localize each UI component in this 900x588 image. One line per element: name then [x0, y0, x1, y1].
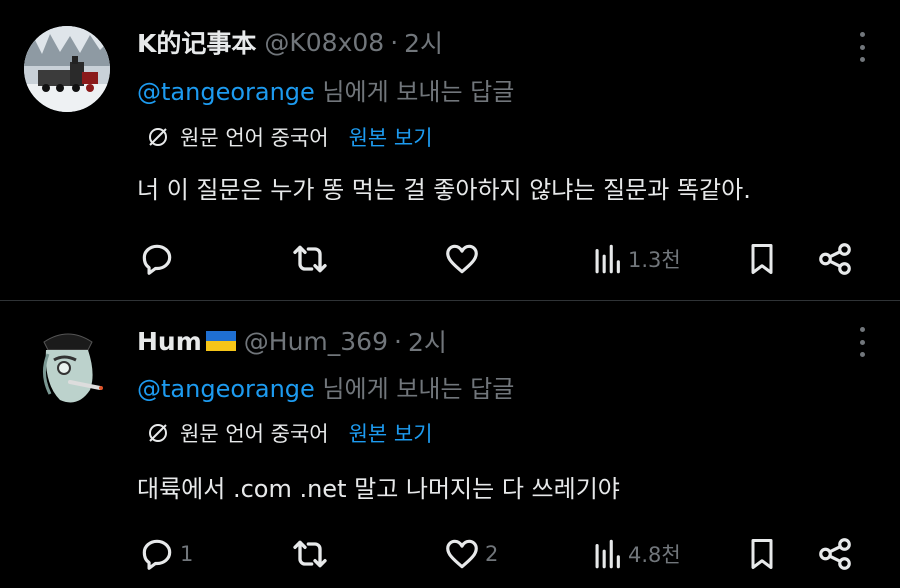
cartoon-avatar-image	[24, 324, 110, 410]
views-button[interactable]: 1.3천	[590, 239, 681, 279]
retweet-button[interactable]	[290, 239, 334, 279]
more-icon[interactable]	[857, 32, 867, 62]
translate-icon	[149, 128, 167, 146]
user-handle[interactable]: @K08x08	[264, 28, 384, 57]
user-handle[interactable]: @Hum_369	[244, 327, 388, 356]
bookmark-button[interactable]	[744, 534, 780, 574]
translation-notice: 원문 언어 중국어 원본 보기	[146, 418, 433, 448]
train-avatar-image	[24, 26, 110, 112]
avatar[interactable]	[24, 324, 110, 410]
show-original-link[interactable]: 원본 보기	[349, 122, 433, 152]
translation-notice: 원문 언어 중국어 원본 보기	[146, 122, 433, 152]
reply-mention-link[interactable]: @tangeorange	[137, 375, 315, 403]
share-button[interactable]	[816, 239, 854, 279]
views-icon	[595, 244, 620, 274]
timestamp[interactable]: 2시	[408, 323, 447, 359]
display-name[interactable]: Hum	[137, 327, 202, 356]
reply-icon	[142, 244, 172, 275]
tweet-text: 대륙에서 .com .net 말고 나머지는 다 쓰레기야	[137, 475, 620, 503]
tweet-text: 너 이 질문은 누가 똥 먹는 걸 좋아하지 않냐는 질문과 똑같아.	[137, 176, 751, 204]
share-icon	[819, 538, 851, 570]
like-icon	[446, 244, 478, 274]
translate-icon	[149, 424, 167, 442]
reply-count: 1	[180, 542, 194, 566]
bookmark-icon	[751, 539, 773, 569]
original-language-label: 원문 언어 중국어	[180, 126, 329, 150]
share-icon	[819, 243, 851, 275]
retweet-icon	[293, 245, 327, 273]
views-icon	[595, 539, 620, 569]
tweet-header: Hum @Hum_369 · 2시	[137, 323, 447, 359]
ukraine-flag-icon	[205, 331, 236, 351]
like-button[interactable]: 2	[443, 534, 498, 574]
bookmark-icon	[751, 244, 773, 274]
tweet[interactable]: K的记事本 @K08x08 · 2시 @tangeorange 님에게 보내는 …	[0, 0, 900, 300]
tweet-actions: 1.3천	[0, 239, 900, 279]
like-icon	[446, 539, 478, 569]
display-name[interactable]: K的记事本	[137, 24, 256, 60]
tweet[interactable]: Hum @Hum_369 · 2시 @tangeorange 님에게 보내는 답…	[0, 301, 900, 588]
reply-suffix: 님에게 보내는 답글	[314, 375, 515, 403]
share-button[interactable]	[816, 534, 854, 574]
replying-to: @tangeorange 님에게 보내는 답글	[137, 72, 514, 107]
reply-button[interactable]	[138, 239, 180, 279]
retweet-button[interactable]	[290, 534, 334, 574]
replying-to: @tangeorange 님에게 보내는 답글	[137, 369, 514, 404]
original-language-label: 원문 언어 중국어	[180, 422, 329, 446]
views-button[interactable]: 4.8천	[590, 534, 681, 574]
views-count: 1.3천	[628, 248, 681, 272]
retweet-icon	[293, 540, 327, 568]
tweet-header: K的记事本 @K08x08 · 2시	[137, 24, 443, 60]
more-icon[interactable]	[857, 327, 867, 357]
like-button[interactable]	[443, 239, 485, 279]
reply-button[interactable]: 1	[138, 534, 193, 574]
avatar[interactable]	[24, 26, 110, 112]
separator-dot: ·	[394, 326, 402, 356]
separator-dot: ·	[390, 27, 399, 57]
bookmark-button[interactable]	[744, 239, 780, 279]
reply-mention-link[interactable]: @tangeorange	[137, 78, 315, 106]
tweet-actions: 1 2 4.8천	[0, 534, 900, 574]
show-original-link[interactable]: 원본 보기	[349, 418, 433, 448]
reply-icon	[142, 539, 172, 570]
timestamp[interactable]: 2시	[404, 24, 443, 60]
reply-suffix: 님에게 보내는 답글	[314, 78, 515, 106]
like-count: 2	[485, 542, 499, 566]
views-count: 4.8천	[628, 543, 681, 567]
